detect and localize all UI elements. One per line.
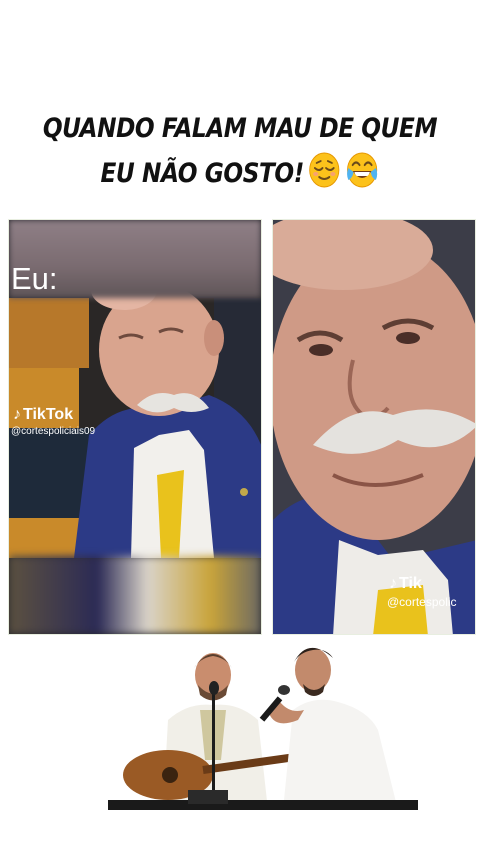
right-video-frame: ♪ Tik @cortespolic [272,219,476,635]
tiktok-handle: @cortespoliciais09 [11,426,96,437]
left-video-frame: Eu: ♪ TikTok @cortespoliciais09 [8,219,262,635]
caption-line-2-text: EU NÃO GOSTO! [100,158,304,189]
relieved-face-emoji-icon [309,152,340,188]
tiktok-label-right: Tik [399,575,422,592]
senator-face-zoom-image [273,220,475,634]
tiktok-handle-right: @cortespolic [387,595,457,609]
caption-line-1: QUANDO FALAM MAU DE QUEM [42,113,438,144]
tiktok-logo-icon-right: ♪ [389,575,397,592]
meme-caption: QUANDO FALAM MAU DE QUEM EU NÃO GOSTO! [34,108,447,195]
face-with-tears-of-joy-emoji-icon [347,152,378,188]
tiktok-logo-icon: ♪ [13,406,21,423]
tiktok-label: TikTok [23,406,74,423]
overlay-text-eu: Eu: [11,261,58,296]
tiktok-watermark: ♪ TikTok @cortespoliciais09 [11,406,95,437]
blurred-bottom-band [9,556,261,634]
singers-duo-image [108,647,418,810]
caption-line-2: EU NÃO GOSTO! [34,150,447,195]
tiktok-watermark-right: ♪ Tik @cortespolic [387,575,457,609]
